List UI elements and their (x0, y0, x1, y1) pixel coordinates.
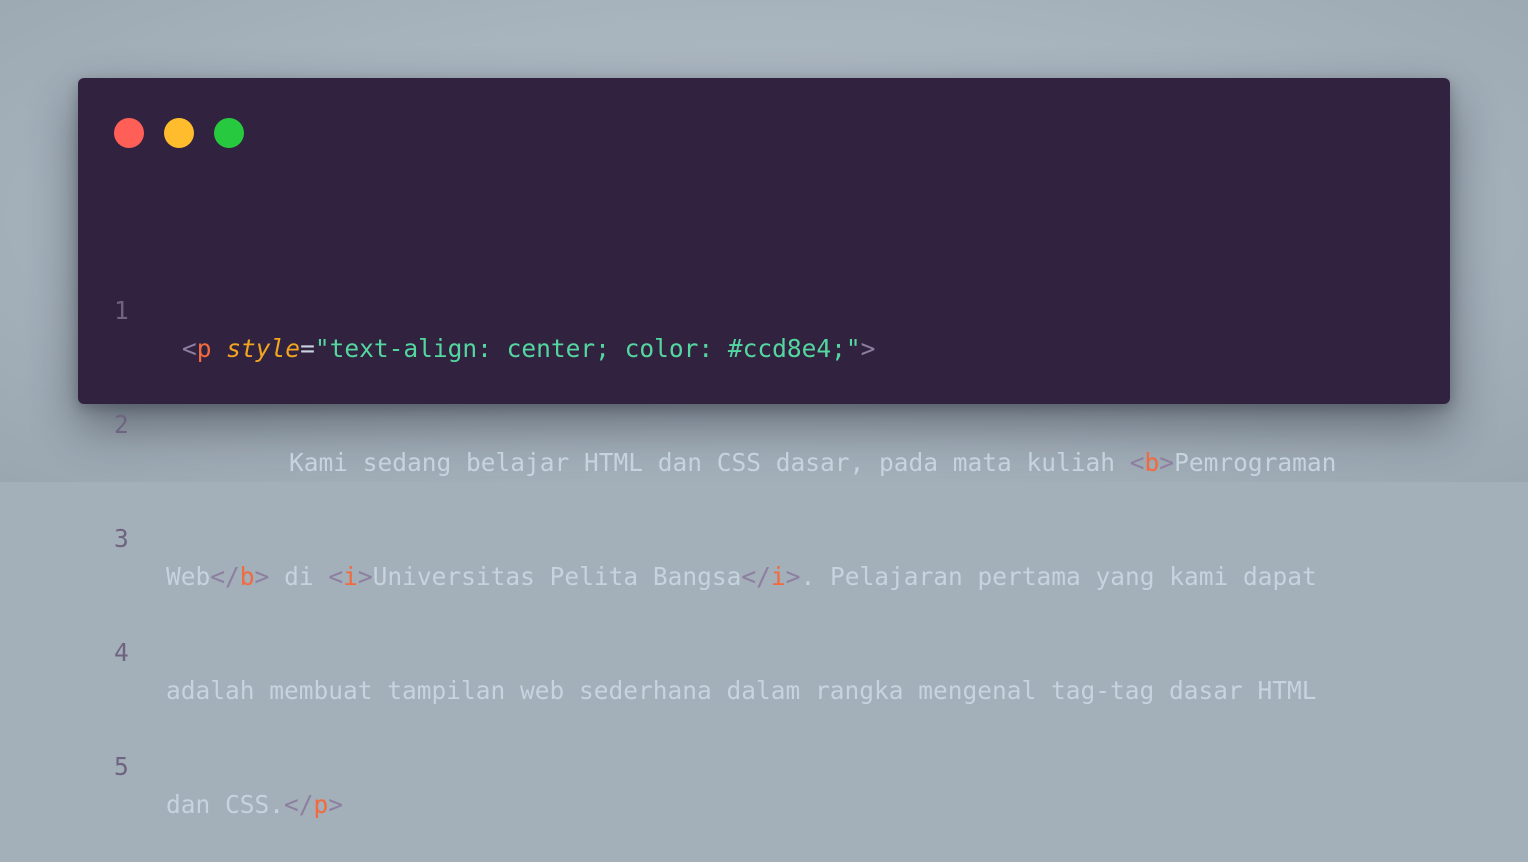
code-window: 1 <p style="text-align: center; color: #… (78, 78, 1450, 819)
tag-name: i (770, 562, 786, 591)
line-number: 1 (114, 296, 129, 325)
line-number: 5 (114, 752, 129, 781)
text-content: Kami sedang belajar HTML dan CSS dasar, … (289, 448, 1130, 477)
tag-bracket: > (1159, 448, 1175, 477)
maximize-button[interactable] (214, 118, 244, 148)
code-line-text: Kami sedang belajar HTML dan CSS dasar, … (289, 444, 1336, 482)
tag-bracket: > (254, 562, 270, 591)
tag-name: b (1144, 448, 1160, 477)
tag-bracket: > (328, 790, 344, 819)
text-content: dan CSS. (166, 790, 285, 819)
tag-bracket: > (785, 562, 801, 591)
tag-name: p (196, 334, 212, 363)
tag-bracket: > (860, 334, 876, 363)
text-content: . Pelajaran pertama yang kami dapat (800, 562, 1317, 591)
code-line-3: 3 Web</b> di <i>Universitas Pelita Bangs… (78, 482, 1317, 591)
line-number: 4 (114, 638, 129, 667)
equals-sign: = (300, 334, 315, 363)
code-line-text: adalah membuat tampilan web sederhana da… (166, 672, 1317, 710)
code-line-text: <p style="text-align: center; color: #cc… (182, 330, 875, 368)
line-number: 3 (114, 524, 129, 553)
tag-bracket: </ (741, 562, 771, 591)
tag-bracket: </ (284, 790, 314, 819)
code-line-1: 1 <p style="text-align: center; color: #… (78, 254, 875, 363)
attribute-name: style (226, 334, 301, 363)
tag-bracket: < (1129, 448, 1145, 477)
tag-bracket: < (182, 334, 197, 363)
close-button[interactable] (114, 118, 144, 148)
text-content: Web (166, 562, 211, 591)
tag-name: p (313, 790, 329, 819)
tag-name: b (239, 562, 255, 591)
code-line-4: 4 adalah membuat tampilan web sederhana … (78, 596, 1317, 705)
minimize-button[interactable] (164, 118, 194, 148)
text-content: Universitas Pelita Bangsa (372, 562, 742, 591)
text-content: Pemrograman (1174, 448, 1337, 477)
code-block: 1 <p style="text-align: center; color: #… (78, 178, 1336, 824)
code-line-5: 5 dan CSS.</p> (78, 710, 343, 819)
attribute-value: "text-align: center; color: #ccd8e4;" (314, 334, 861, 363)
text-content: adalah membuat tampilan web sederhana da… (166, 676, 1317, 705)
tag-bracket: > (357, 562, 373, 591)
line-number: 2 (114, 410, 129, 439)
code-line-text: dan CSS.</p> (166, 786, 343, 824)
text-content: di (269, 562, 329, 591)
code-line-text: Web</b> di <i>Universitas Pelita Bangsa<… (166, 558, 1317, 596)
tag-bracket: </ (210, 562, 240, 591)
tag-name: i (343, 562, 358, 591)
tag-bracket: < (328, 562, 344, 591)
code-line-2: 2 Kami sedang belajar HTML dan CSS dasar… (78, 368, 1336, 477)
